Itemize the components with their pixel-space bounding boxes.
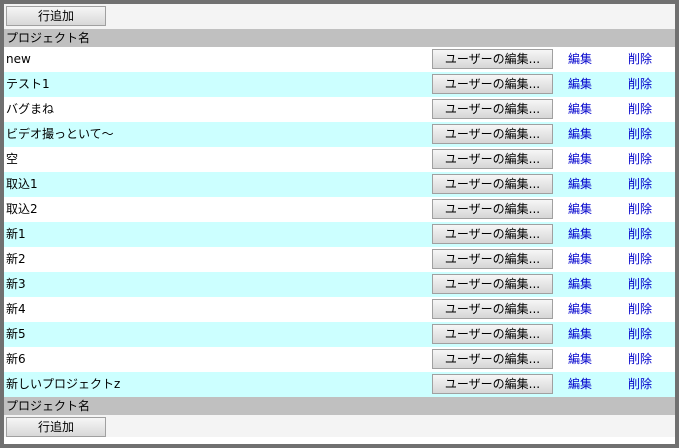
table-row: 新5 ユーザーの編集... 編集 削除	[4, 322, 675, 347]
delete-link[interactable]: 削除	[628, 372, 652, 397]
edit-link[interactable]: 編集	[568, 322, 592, 347]
project-name: ビデオ撮っといて〜	[6, 127, 114, 141]
project-name: 新4	[6, 302, 26, 316]
edit-link[interactable]: 編集	[568, 197, 592, 222]
delete-link[interactable]: 削除	[628, 297, 652, 322]
bottom-toolbar: 行追加	[4, 415, 675, 437]
table-row: ビデオ撮っといて〜 ユーザーの編集... 編集 削除	[4, 122, 675, 147]
table-row: 取込1 ユーザーの編集... 編集 削除	[4, 172, 675, 197]
table-row: 新4 ユーザーの編集... 編集 削除	[4, 297, 675, 322]
top-toolbar: 行追加	[4, 4, 675, 29]
table-row: 新3 ユーザーの編集... 編集 削除	[4, 272, 675, 297]
project-name: 新3	[6, 277, 26, 291]
project-rows: new ユーザーの編集... 編集 削除 テスト1 ユーザーの編集... 編集 削除 バグまねユ…	[4, 47, 675, 397]
edit-users-button[interactable]: ユーザーの編集...	[432, 199, 553, 219]
delete-link[interactable]: 削除	[628, 122, 652, 147]
add-row-button-bottom[interactable]: 行追加	[6, 417, 106, 437]
project-name: 新1	[6, 227, 26, 241]
edit-users-button[interactable]: ユーザーの編集...	[432, 324, 553, 344]
edit-users-button[interactable]: ユーザーの編集...	[432, 149, 553, 169]
edit-link[interactable]: 編集	[568, 172, 592, 197]
edit-link[interactable]: 編集	[568, 347, 592, 372]
delete-link[interactable]: 削除	[628, 247, 652, 272]
edit-link[interactable]: 編集	[568, 122, 592, 147]
project-name: 新しいプロジェクトz	[6, 377, 121, 391]
delete-link[interactable]: 削除	[628, 172, 652, 197]
edit-link[interactable]: 編集	[568, 372, 592, 397]
add-row-button[interactable]: 行追加	[6, 6, 106, 26]
table-row: 新しいプロジェクトz ユーザーの編集... 編集 削除	[4, 372, 675, 397]
edit-users-button[interactable]: ユーザーの編集...	[432, 349, 553, 369]
project-name: 取込2	[6, 202, 38, 216]
edit-link[interactable]: 編集	[568, 72, 592, 97]
edit-link[interactable]: 編集	[568, 247, 592, 272]
project-name: 新2	[6, 252, 26, 266]
project-name: バグまね	[6, 102, 55, 116]
project-name: 新5	[6, 327, 26, 341]
table-row: テスト1 ユーザーの編集... 編集 削除	[4, 72, 675, 97]
table-header-project-name: プロジェクト名	[4, 29, 675, 47]
delete-link[interactable]: 削除	[628, 72, 652, 97]
table-footer-project-name: プロジェクト名	[4, 397, 675, 415]
project-name: 空	[6, 152, 19, 166]
edit-users-button[interactable]: ユーザーの編集...	[432, 274, 553, 294]
delete-link[interactable]: 削除	[628, 322, 652, 347]
table-row: バグまね ユーザーの編集... 編集 削除	[4, 97, 675, 122]
delete-link[interactable]: 削除	[628, 347, 652, 372]
delete-link[interactable]: 削除	[628, 147, 652, 172]
delete-link[interactable]: 削除	[628, 272, 652, 297]
delete-link[interactable]: 削除	[628, 197, 652, 222]
project-name: テスト1	[6, 77, 50, 91]
table-row: 新2 ユーザーの編集... 編集 削除	[4, 247, 675, 272]
edit-users-button[interactable]: ユーザーの編集...	[432, 249, 553, 269]
table-row: 新1 ユーザーの編集... 編集 削除	[4, 222, 675, 247]
project-list-panel: 行追加 プロジェクト名 new ユーザーの編集... 編集 削除 テスト1 ユーザーの編集…	[0, 0, 679, 448]
edit-users-button[interactable]: ユーザーの編集...	[432, 224, 553, 244]
delete-link[interactable]: 削除	[628, 47, 652, 72]
edit-users-button[interactable]: ユーザーの編集...	[432, 124, 553, 144]
edit-link[interactable]: 編集	[568, 47, 592, 72]
edit-users-button[interactable]: ユーザーの編集...	[432, 99, 553, 119]
table-row: 取込2 ユーザーの編集... 編集 削除	[4, 197, 675, 222]
edit-users-button[interactable]: ユーザーの編集...	[432, 374, 553, 394]
delete-link[interactable]: 削除	[628, 97, 652, 122]
edit-link[interactable]: 編集	[568, 97, 592, 122]
edit-users-button[interactable]: ユーザーの編集...	[432, 74, 553, 94]
table-row: new ユーザーの編集... 編集 削除	[4, 47, 675, 72]
edit-link[interactable]: 編集	[568, 297, 592, 322]
project-name: 新6	[6, 352, 26, 366]
project-name: 取込1	[6, 177, 38, 191]
edit-users-button[interactable]: ユーザーの編集...	[432, 174, 553, 194]
edit-link[interactable]: 編集	[568, 272, 592, 297]
project-name: new	[6, 52, 31, 66]
edit-users-button[interactable]: ユーザーの編集...	[432, 49, 553, 69]
table-row: 新6 ユーザーの編集... 編集 削除	[4, 347, 675, 372]
edit-link[interactable]: 編集	[568, 147, 592, 172]
edit-link[interactable]: 編集	[568, 222, 592, 247]
delete-link[interactable]: 削除	[628, 222, 652, 247]
edit-users-button[interactable]: ユーザーの編集...	[432, 299, 553, 319]
table-row: 空 ユーザーの編集... 編集 削除	[4, 147, 675, 172]
